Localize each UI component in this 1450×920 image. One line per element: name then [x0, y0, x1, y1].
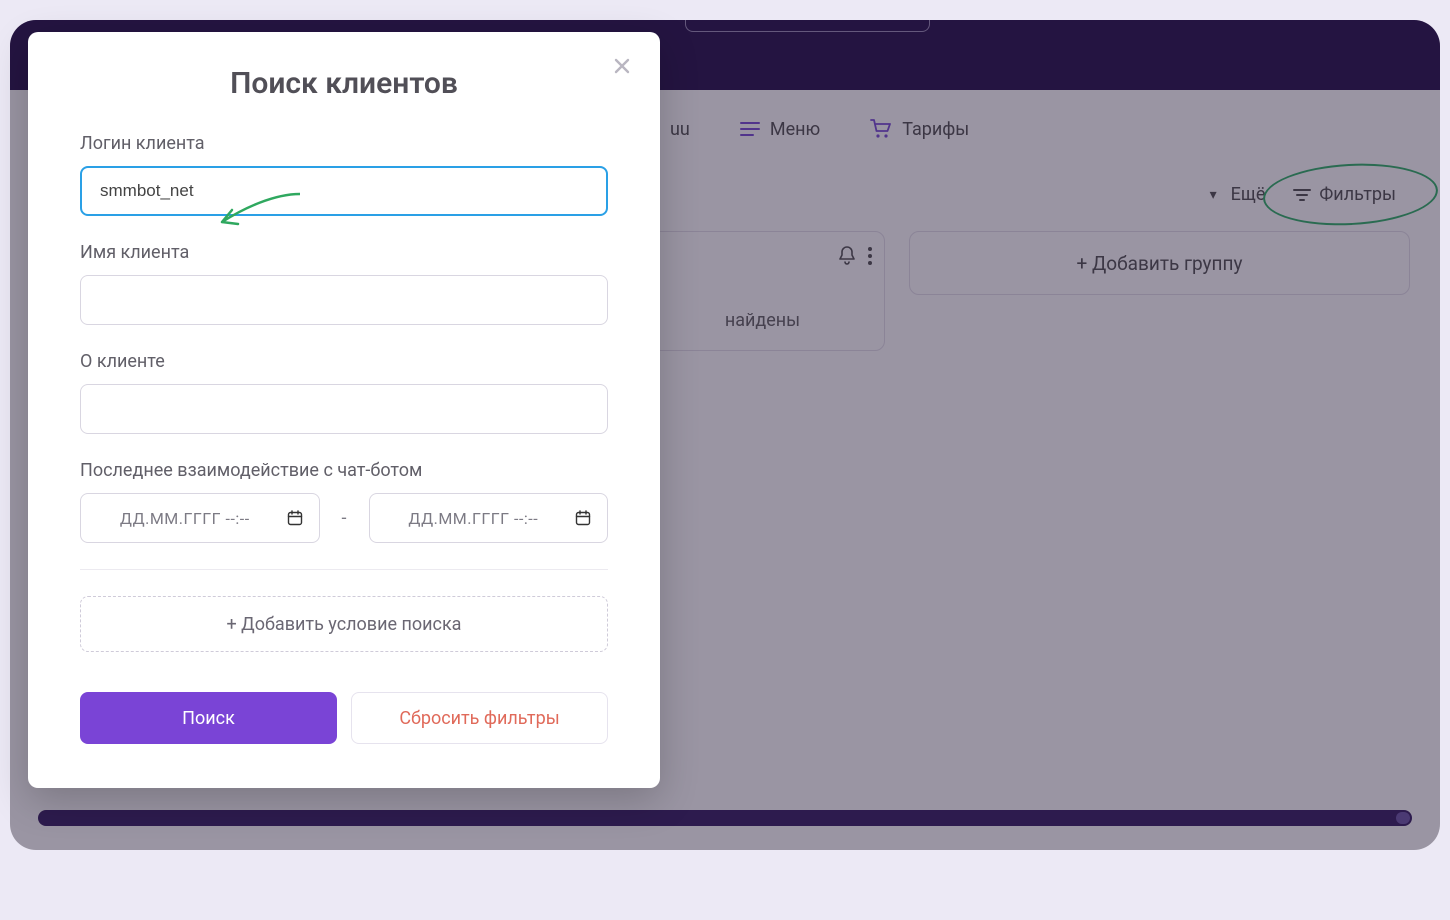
- name-input[interactable]: [80, 275, 608, 325]
- reset-filters-label: Сбросить фильтры: [399, 708, 559, 729]
- about-label: О клиенте: [80, 351, 608, 372]
- date-to-input[interactable]: ДД.ММ.ГГГГ --:--: [369, 493, 609, 543]
- field-lastint: Последнее взаимодействие с чат-ботом ДД.…: [80, 460, 608, 543]
- search-clients-modal: Поиск клиентов Логин клиента Имя клиента…: [28, 32, 660, 788]
- calendar-icon: [287, 510, 303, 526]
- reset-filters-button[interactable]: Сбросить фильтры: [351, 692, 608, 744]
- field-name: Имя клиента: [80, 242, 608, 325]
- field-login: Логин клиента: [80, 133, 608, 216]
- modal-actions: Поиск Сбросить фильтры: [80, 692, 608, 744]
- date-separator: -: [342, 508, 347, 529]
- date-from-placeholder: ДД.ММ.ГГГГ --:--: [97, 509, 273, 528]
- lastint-label: Последнее взаимодействие с чат-ботом: [80, 460, 608, 481]
- name-label: Имя клиента: [80, 242, 608, 263]
- date-from-input[interactable]: ДД.ММ.ГГГГ --:--: [80, 493, 320, 543]
- date-to-placeholder: ДД.ММ.ГГГГ --:--: [386, 509, 562, 528]
- divider: [80, 569, 608, 570]
- close-button[interactable]: [610, 54, 634, 78]
- add-condition-label: + Добавить условие поиска: [227, 614, 462, 635]
- about-input[interactable]: [80, 384, 608, 434]
- login-label: Логин клиента: [80, 133, 608, 154]
- add-condition-button[interactable]: + Добавить условие поиска: [80, 596, 608, 652]
- login-input[interactable]: [80, 166, 608, 216]
- calendar-icon: [575, 510, 591, 526]
- search-button[interactable]: Поиск: [80, 692, 337, 744]
- modal-title: Поиск клиентов: [80, 66, 608, 101]
- search-button-label: Поиск: [182, 708, 235, 729]
- field-about: О клиенте: [80, 351, 608, 434]
